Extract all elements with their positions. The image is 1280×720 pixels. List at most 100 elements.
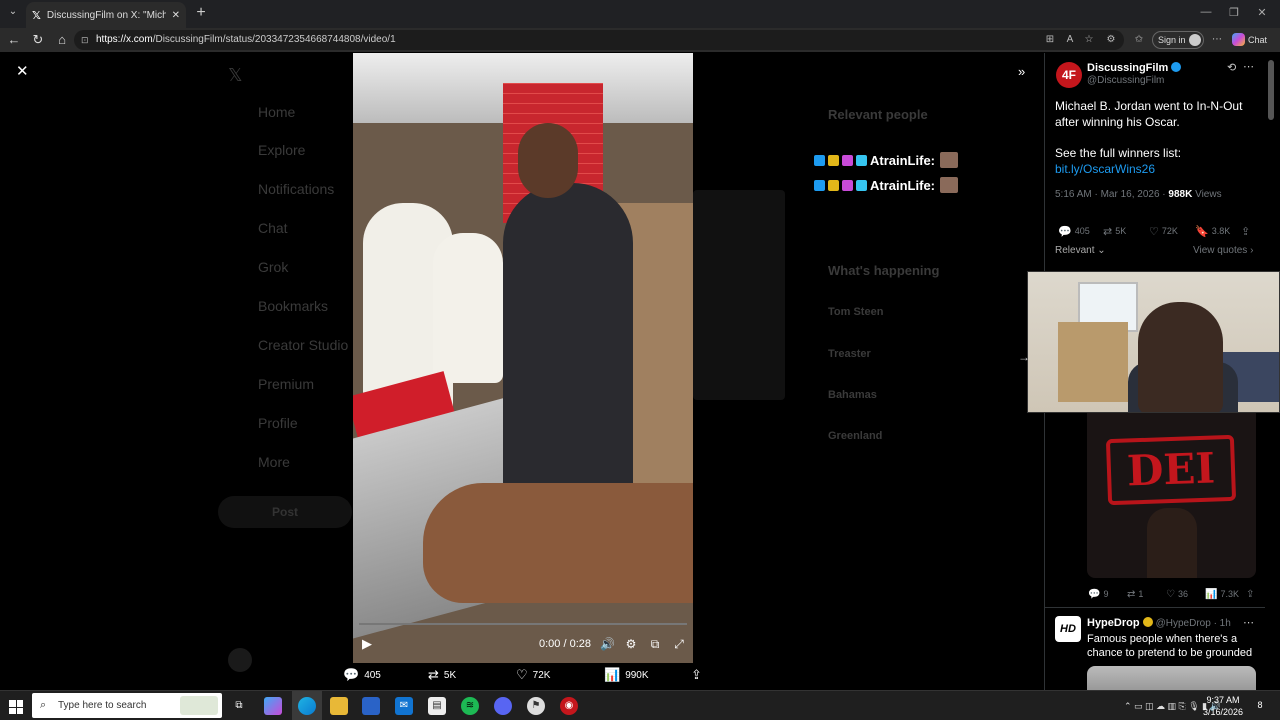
settings-icon[interactable]: ⚙: [624, 637, 638, 651]
stream-overlay-line-1: AtrainLife:: [814, 151, 958, 169]
bg-relevant-people: Relevant people: [828, 107, 928, 122]
obs-icon[interactable]: ◉: [560, 697, 578, 715]
bookmark-icon: 🔖: [1195, 225, 1209, 238]
fullscreen-icon[interactable]: ⤢: [672, 637, 686, 651]
search-icon: ⌕: [40, 699, 47, 711]
app-available-icon[interactable]: ⊞: [1043, 33, 1057, 47]
more-options-icon[interactable]: ⋯: [1243, 616, 1257, 629]
clock-time: 9:37 AM: [1206, 695, 1240, 705]
task-view-icon[interactable]: ⧉: [230, 697, 248, 715]
x-home-logo-icon: 𝕏: [228, 65, 243, 85]
sign-in-button[interactable]: Sign in: [1152, 31, 1204, 49]
mail-icon[interactable]: ✉: [395, 697, 413, 715]
bg-nav-chat: Chat: [258, 220, 288, 236]
copilot-icon[interactable]: [264, 697, 282, 715]
tweet-link[interactable]: bit.ly/OscarWins26: [1055, 162, 1155, 176]
author-name[interactable]: DiscussingFilm: [1087, 62, 1182, 74]
back-icon[interactable]: ←: [6, 32, 22, 48]
view-quotes-link[interactable]: View quotes ›: [1193, 245, 1253, 256]
url-path: /DiscussingFilm/status/20334723546687448…: [152, 34, 396, 45]
tweet-bookmark-button[interactable]: 🔖 3.8K: [1195, 224, 1230, 238]
tab-title: DiscussingFilm on X: "Michael B. Jo: [46, 9, 166, 21]
video-reply-button[interactable]: 💬 405: [343, 667, 381, 682]
bg-nav-home: Home: [258, 104, 296, 120]
reply-icon: 💬: [1058, 225, 1072, 238]
extensions-icon[interactable]: ⚙: [1104, 33, 1118, 47]
discussingfilm-avatar[interactable]: 4F: [1056, 62, 1082, 88]
video-player[interactable]: [353, 53, 693, 663]
divider: [1045, 607, 1265, 608]
pip-icon[interactable]: ⧉: [648, 637, 662, 651]
video-share-button[interactable]: ⇪: [691, 667, 702, 682]
browser-tab[interactable]: 𝕏 DiscussingFilm on X: "Michael B. Jo ✕: [26, 2, 186, 28]
new-tab-button[interactable]: +: [192, 4, 210, 22]
maximize-icon[interactable]: ❐: [1224, 6, 1244, 22]
reply-share[interactable]: ⇪: [1246, 588, 1254, 600]
tweet-share-button[interactable]: ⇪: [1241, 224, 1250, 238]
heart-icon: ♡: [516, 667, 528, 682]
grok-icon[interactable]: ⟲: [1227, 62, 1239, 74]
more-options-icon[interactable]: ⋯: [1243, 60, 1257, 73]
file-explorer-icon[interactable]: [330, 697, 348, 715]
favorites-icon[interactable]: ✩: [1132, 33, 1146, 47]
streamer-webcam: [1027, 271, 1280, 413]
hypedrop-media[interactable]: [1087, 666, 1256, 690]
app-icon[interactable]: ⚑: [527, 697, 545, 715]
discord-icon[interactable]: [494, 697, 512, 715]
reply-views[interactable]: 📊 7.3K: [1205, 588, 1239, 600]
tweet-like-button[interactable]: ♡ 72K: [1149, 224, 1178, 238]
bg-trend-3: Bahamas: [828, 389, 877, 401]
x-logo-icon: 𝕏: [32, 9, 41, 22]
refresh-icon[interactable]: ↻: [30, 32, 46, 48]
repost-icon: ⇄: [1103, 225, 1113, 238]
address-bar[interactable]: ⊡ https://x.com/DiscussingFilm/status/20…: [74, 30, 1124, 50]
video-progress-bar[interactable]: [359, 623, 687, 625]
chat-label: Chat: [1248, 35, 1268, 45]
read-aloud-icon[interactable]: A: [1063, 33, 1077, 47]
windows-start-icon[interactable]: [9, 700, 23, 714]
close-tab-icon[interactable]: ✕: [172, 10, 180, 21]
favorite-star-icon[interactable]: ☆: [1082, 33, 1096, 47]
bg-video-panel: [693, 190, 785, 400]
minimize-icon[interactable]: —: [1196, 6, 1216, 22]
play-icon[interactable]: ▶: [362, 637, 376, 651]
taskbar-clock[interactable]: 9:37 AM 3/16/2026: [1200, 694, 1246, 718]
store-icon[interactable]: [362, 697, 380, 715]
reply-likes[interactable]: ♡ 36: [1166, 588, 1188, 600]
author-handle[interactable]: @DiscussingFilm: [1087, 75, 1164, 86]
notepad-icon[interactable]: ▤: [428, 697, 446, 715]
notification-center-icon[interactable]: 8: [1254, 700, 1266, 712]
more-menu-icon[interactable]: ⋯: [1210, 33, 1224, 47]
tab-actions-icon[interactable]: ⌄: [4, 6, 22, 22]
reply-reposts[interactable]: ⇄ 1: [1127, 588, 1143, 600]
taskbar-search[interactable]: ⌕ Type here to search: [32, 693, 222, 718]
bg-trend-1: Tom Steen: [828, 306, 884, 318]
bg-whats-happening: What's happening: [828, 263, 940, 278]
close-window-icon[interactable]: ✕: [1252, 6, 1272, 22]
home-icon[interactable]: ⌂: [54, 32, 70, 48]
dei-stamp: DEI: [1105, 434, 1237, 506]
close-icon[interactable]: ✕: [16, 64, 30, 79]
arrow-right-icon[interactable]: →: [1018, 350, 1030, 364]
reply-replies[interactable]: 💬 9: [1088, 588, 1108, 600]
tweet-repost-button[interactable]: ⇄ 5K: [1103, 224, 1126, 238]
edge-icon[interactable]: [298, 697, 316, 715]
tweet-reply-button[interactable]: 💬 405: [1058, 224, 1090, 238]
hypedrop-name[interactable]: HypeDrop @HypeDrop · 1h: [1087, 617, 1231, 629]
video-like-button[interactable]: ♡ 72K: [516, 667, 550, 682]
views-icon: 📊: [1205, 588, 1218, 600]
heart-icon: ♡: [1166, 588, 1175, 600]
spotify-icon[interactable]: ≋: [461, 697, 479, 715]
video-repost-button[interactable]: ⇄ 5K: [428, 667, 456, 682]
panel-scrollbar[interactable]: [1268, 60, 1274, 120]
video-time: 0:00 / 0:28: [539, 638, 591, 650]
site-info-icon[interactable]: ⊡: [81, 30, 89, 50]
volume-icon[interactable]: 🔊: [600, 637, 615, 651]
sign-in-label: Sign in: [1158, 35, 1186, 45]
copilot-chat-button[interactable]: Chat: [1232, 32, 1278, 48]
reply-image[interactable]: DEI: [1087, 413, 1256, 578]
reply-sort-dropdown[interactable]: Relevant ⌄: [1055, 245, 1106, 256]
video-views[interactable]: 📊 990K: [604, 667, 649, 682]
hypedrop-avatar[interactable]: HD: [1055, 616, 1081, 642]
collapse-panel-icon[interactable]: »: [1018, 65, 1032, 79]
